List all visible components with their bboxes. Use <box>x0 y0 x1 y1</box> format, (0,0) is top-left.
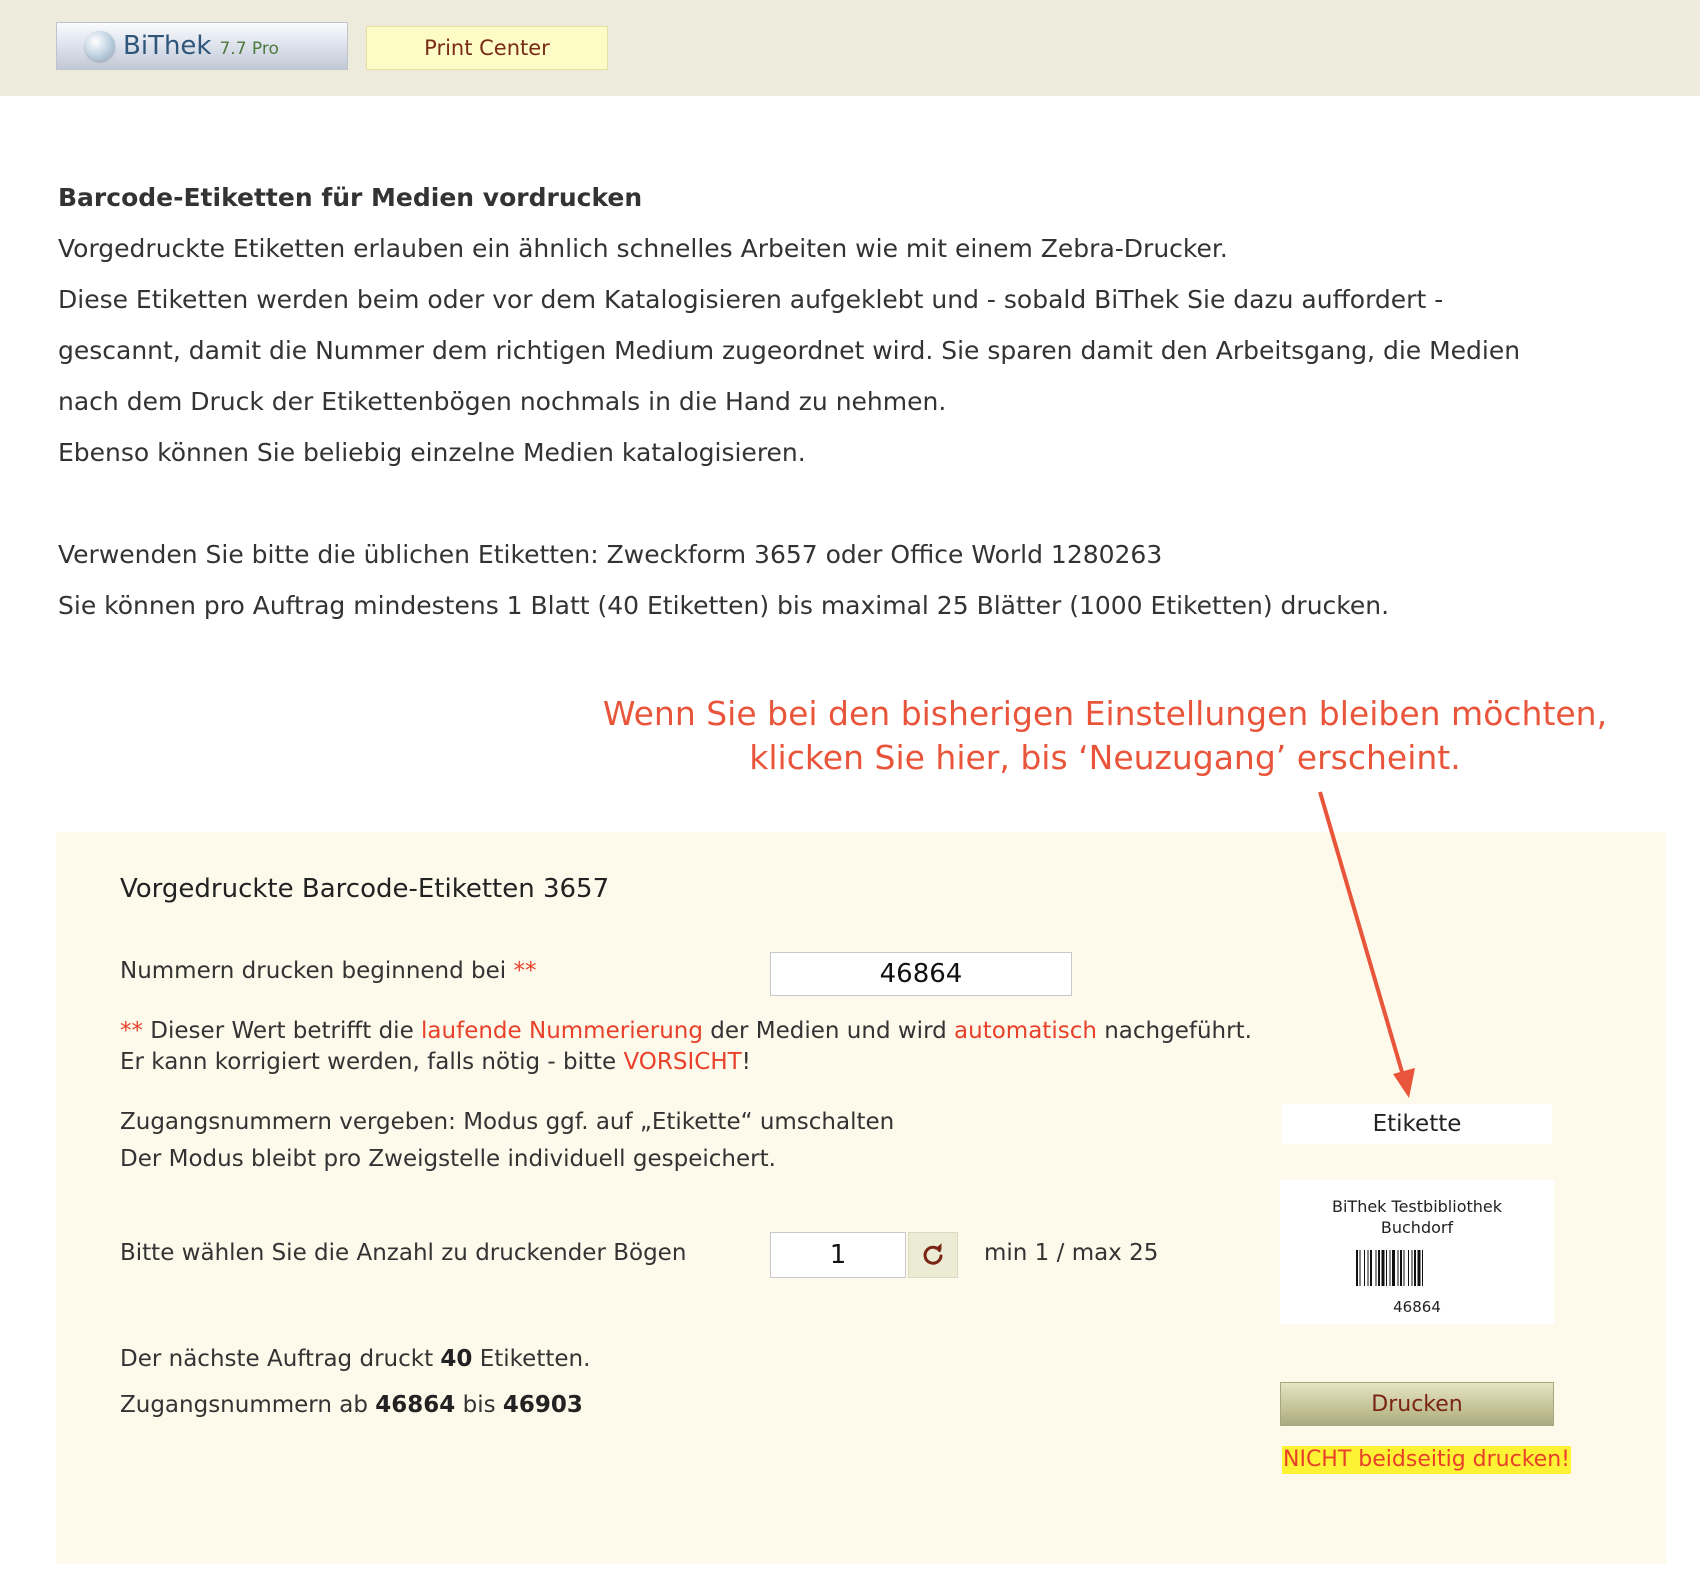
barcode-bar <box>1414 1250 1416 1286</box>
print-settings-panel: Vorgedruckte Barcode-Etiketten 3657 Numm… <box>56 832 1666 1564</box>
summary-text: bis <box>455 1392 503 1418</box>
barcode-bar <box>1375 1250 1377 1286</box>
range-from: 46864 <box>375 1392 456 1418</box>
summary-text: Zugangsnummern ab <box>120 1392 376 1418</box>
start-number-label: Nummern drucken beginnend bei ** <box>120 958 536 984</box>
duplex-warning: NICHT beidseitig drucken! <box>1282 1446 1571 1474</box>
start-number-input[interactable]: 46864 <box>770 952 1072 996</box>
barcode-icon <box>1356 1250 1423 1286</box>
min-max-hint: min 1 / max 25 <box>984 1240 1159 1266</box>
barcode-bar <box>1392 1250 1395 1286</box>
intro-line: nach dem Druck der Etikettenbögen nochma… <box>58 387 947 416</box>
intro-line: Diese Etiketten werden beim oder vor dem… <box>58 285 1444 314</box>
barcode-bar <box>1378 1250 1380 1286</box>
intro-text: Barcode-Etiketten für Medien vordrucken … <box>58 172 1668 631</box>
number-range-summary: Zugangsnummern ab 46864 bis 46903 <box>120 1392 583 1418</box>
barcode-bar <box>1403 1250 1405 1286</box>
intro-line: Verwenden Sie bitte die üblichen Etikett… <box>58 540 1163 569</box>
print-center-button[interactable]: Print Center <box>366 26 608 70</box>
note-stars: ** <box>120 1018 143 1044</box>
note-highlight: automatisch <box>954 1018 1097 1044</box>
note-text: Dieser Wert betrifft die <box>143 1018 422 1044</box>
mode-toggle-button[interactable]: Etikette <box>1282 1104 1552 1144</box>
label-count: 40 <box>440 1346 473 1372</box>
reload-button[interactable] <box>908 1232 958 1278</box>
required-stars: ** <box>513 958 537 984</box>
mode-line: Zugangsnummern vergeben: Modus ggf. auf … <box>120 1109 895 1135</box>
reload-icon <box>923 1243 943 1265</box>
barcode-bar <box>1359 1250 1361 1286</box>
intro-line: Sie können pro Auftrag mindestens 1 Blat… <box>58 591 1390 620</box>
barcode-bar <box>1370 1250 1372 1286</box>
barcode-bar <box>1386 1250 1387 1286</box>
note-text: ! <box>741 1049 751 1075</box>
barcode-bar <box>1364 1250 1365 1286</box>
barcode-bar <box>1356 1250 1358 1286</box>
mode-line: Der Modus bleibt pro Zweigstelle individ… <box>120 1146 776 1172</box>
logo-version: 7.7 Pro <box>219 39 279 59</box>
barcode-bar <box>1400 1250 1402 1286</box>
labels-summary: Der nächste Auftrag druckt 40 Etiketten. <box>120 1346 590 1372</box>
sheet-count-input[interactable]: 1 <box>770 1232 906 1278</box>
barcode-bar <box>1417 1250 1421 1286</box>
note-text: Er kann korrigiert werden, falls nötig -… <box>120 1049 624 1075</box>
sheet-count-label: Bitte wählen Sie die Anzahl zu druckende… <box>120 1240 687 1266</box>
callout-line: klicken Sie hier, bis ‘Neuzugang’ ersche… <box>749 738 1461 777</box>
barcode-bar <box>1389 1250 1391 1286</box>
print-button[interactable]: Drucken <box>1280 1382 1554 1426</box>
preview-library: BiThek Testbibliothek Buchdorf <box>1280 1196 1554 1238</box>
note-highlight: laufende Nummerierung <box>421 1018 703 1044</box>
mode-description: Zugangsnummern vergeben: Modus ggf. auf … <box>120 1104 894 1178</box>
preview-number: 46864 <box>1393 1298 1441 1316</box>
barcode-bar <box>1367 1250 1369 1286</box>
barcode-bar <box>1411 1250 1413 1286</box>
note-text: nachgeführt. <box>1096 1018 1252 1044</box>
numbering-note: ** Dieser Wert betrifft die laufende Num… <box>120 1016 1252 1078</box>
callout-line: Wenn Sie bei den bisherigen Einstellunge… <box>602 694 1608 733</box>
intro-line: Ebenso können Sie beliebig einzelne Medi… <box>58 438 806 467</box>
callout-text: Wenn Sie bei den bisherigen Einstellunge… <box>560 692 1650 780</box>
barcode-bar <box>1397 1250 1399 1286</box>
intro-line: Vorgedruckte Etiketten erlauben ein ähnl… <box>58 234 1228 263</box>
logo-name: BiThek <box>123 31 212 61</box>
preview-library-name: BiThek Testbibliothek <box>1332 1197 1502 1216</box>
summary-text: Etiketten. <box>472 1346 591 1372</box>
barcode-bar <box>1422 1250 1423 1286</box>
note-warning-word: VORSICHT <box>623 1049 742 1075</box>
label-preview: BiThek Testbibliothek Buchdorf 46864 <box>1280 1180 1554 1324</box>
top-bar: BiThek 7.7 Pro Print Center <box>0 0 1700 96</box>
barcode-bar <box>1381 1250 1385 1286</box>
barcode-bar <box>1408 1250 1409 1286</box>
summary-text: Der nächste Auftrag druckt <box>120 1346 441 1372</box>
bithek-logo-button[interactable]: BiThek 7.7 Pro <box>56 22 348 70</box>
start-number-label-text: Nummern drucken beginnend bei <box>120 958 507 984</box>
note-text: der Medien und wird <box>702 1018 955 1044</box>
bithek-logo-icon <box>85 31 115 61</box>
intro-heading: Barcode-Etiketten für Medien vordrucken <box>58 183 643 212</box>
range-to: 46903 <box>502 1392 583 1418</box>
panel-title: Vorgedruckte Barcode-Etiketten 3657 <box>120 874 610 904</box>
preview-library-branch: Buchdorf <box>1380 1218 1454 1237</box>
intro-line: gescannt, damit die Nummer dem richtigen… <box>58 336 1521 365</box>
